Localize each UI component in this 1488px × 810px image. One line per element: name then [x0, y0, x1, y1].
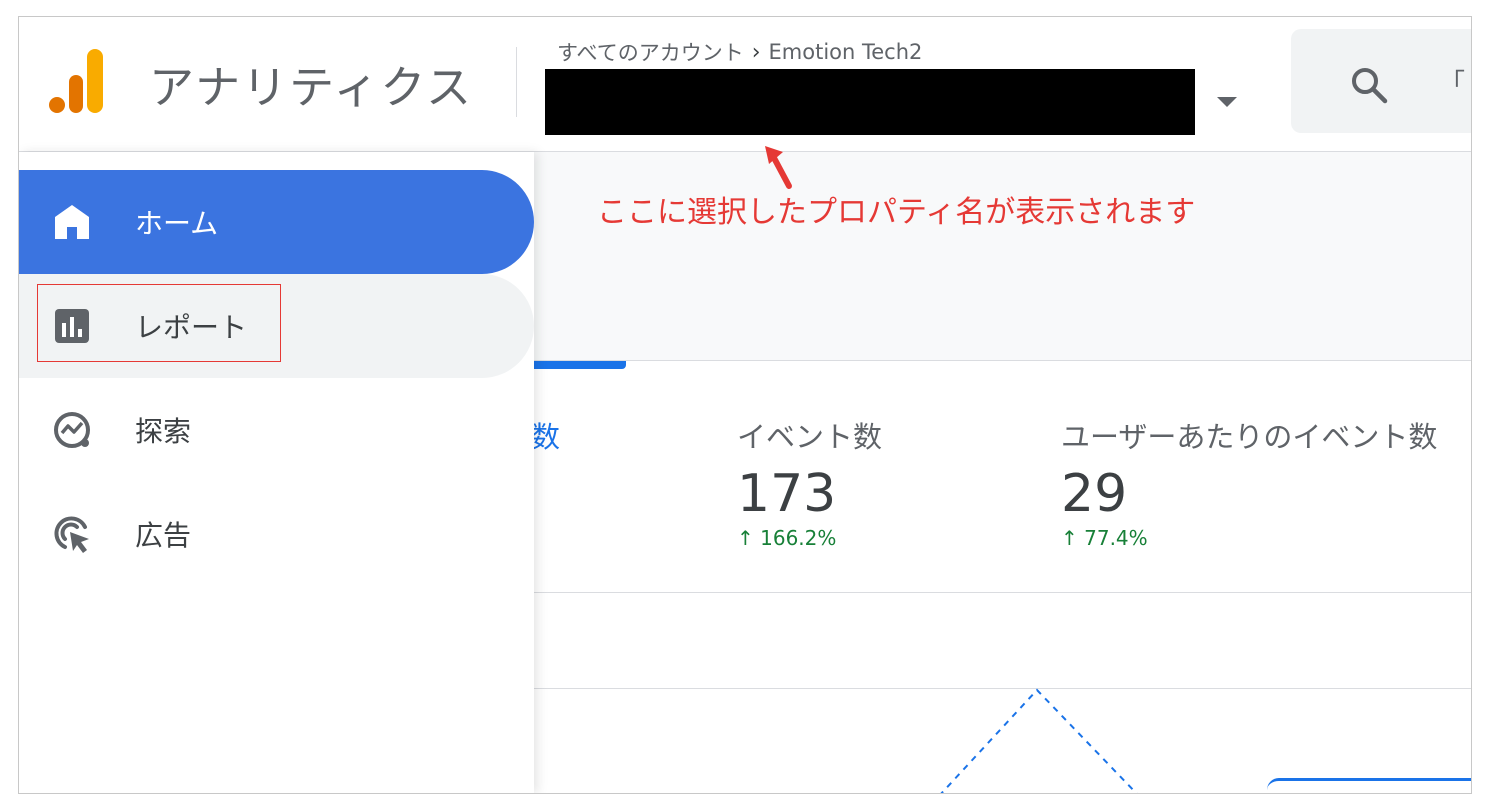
metric-value: 29 — [1061, 464, 1128, 524]
analytics-logo-icon[interactable] — [47, 47, 107, 115]
metric-change: ↑ 166.2% — [737, 526, 882, 550]
chart-card-edge — [1267, 778, 1471, 793]
app-title: アナリティクス — [149, 61, 474, 114]
metric-event-count[interactable]: イベント数 173 ↑ 166.2% — [737, 414, 882, 550]
divider — [534, 592, 1471, 593]
breadcrumb-all-accounts[interactable]: すべてのアカウント — [557, 37, 744, 67]
metric-events-per-user[interactable]: ユーザーあたりのイベント数 29 ↑ 77.4% — [1061, 414, 1437, 550]
property-dropdown-caret-icon[interactable] — [1217, 97, 1237, 107]
explore-icon — [54, 412, 90, 448]
account-breadcrumb[interactable]: すべてのアカウント › Emotion Tech2 — [557, 37, 922, 67]
arrow-up-icon: ↑ — [1061, 526, 1078, 550]
top-app-bar: アナリティクス すべてのアカウント › Emotion Tech2 「 — [19, 17, 1471, 152]
reports-highlight-box — [37, 284, 281, 362]
search-placeholder: 「 — [1439, 69, 1466, 99]
metric-value: 173 — [737, 464, 837, 524]
nav-item-label: ホーム — [135, 207, 219, 240]
active-tab-indicator — [534, 361, 626, 369]
nav-item-home[interactable]: ホーム — [19, 170, 534, 274]
home-icon — [55, 205, 89, 239]
breadcrumb-account-name[interactable]: Emotion Tech2 — [769, 40, 923, 64]
nav-item-label: 広告 — [135, 519, 192, 552]
property-name-redacted[interactable] — [545, 69, 1195, 135]
nav-item-explore[interactable]: 探索 — [19, 378, 534, 482]
ads-cursor-icon — [54, 516, 89, 553]
search-icon[interactable] — [1349, 65, 1389, 105]
breadcrumb-chevron-icon: › — [751, 39, 761, 65]
analytics-window: アナリティクス すべてのアカウント › Emotion Tech2 「 ここに選… — [18, 16, 1472, 794]
header-divider — [516, 47, 517, 117]
nav-item-advertising[interactable]: 広告 — [19, 482, 534, 586]
side-navigation: ホーム レポート 探索 広告 — [19, 152, 534, 793]
arrow-up-icon: ↑ — [737, 526, 754, 550]
metric-change-value: 166.2% — [760, 526, 837, 550]
metric-label: イベント数 — [737, 420, 883, 454]
metric-change: ↑ 77.4% — [1061, 526, 1437, 550]
annotation-text: ここに選択したプロパティ名が表示されます — [597, 195, 1196, 230]
metric-change-value: 77.4% — [1084, 526, 1148, 550]
search-bar[interactable]: 「 — [1291, 29, 1471, 133]
nav-item-label: 探索 — [135, 415, 192, 448]
trend-chart-line — [940, 688, 1138, 793]
metric-label: ユーザーあたりのイベント数 — [1061, 420, 1438, 454]
metric-label-cut[interactable]: 数 — [531, 414, 560, 456]
